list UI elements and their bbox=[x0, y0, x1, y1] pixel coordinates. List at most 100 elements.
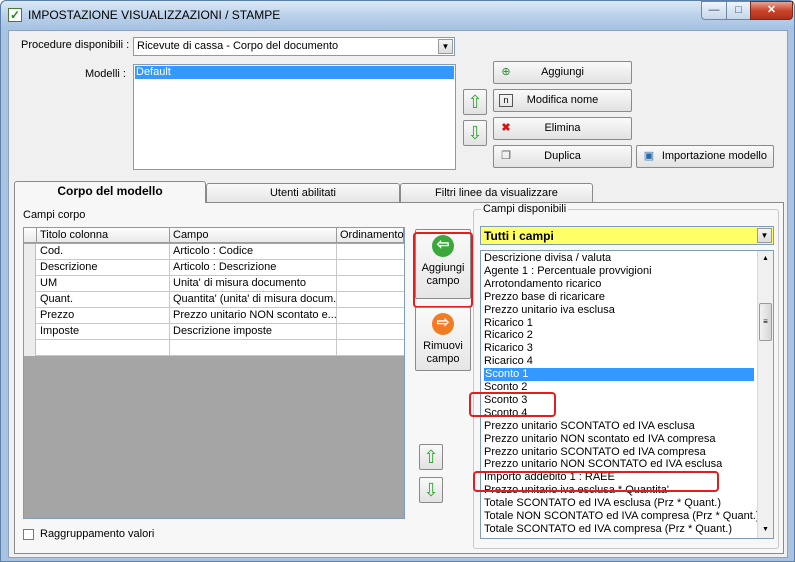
cell-campo[interactable]: Articolo : Codice bbox=[170, 244, 337, 260]
row-selector[interactable] bbox=[24, 340, 36, 356]
list-item[interactable]: Ricarico 4 bbox=[484, 355, 533, 368]
tab-filtri-linee[interactable]: Filtri linee da visualizzare bbox=[400, 183, 593, 203]
column-header-ordinamento[interactable]: Ordinamento bbox=[337, 228, 404, 243]
cell-titolo[interactable]: Cod. bbox=[37, 244, 170, 260]
title-bar[interactable]: ✓ IMPOSTAZIONE VISUALIZZAZIONI / STAMPE … bbox=[1, 1, 794, 29]
arrow-up-icon: ⇧ bbox=[423, 447, 439, 467]
cell-titolo[interactable]: Quant. bbox=[37, 292, 170, 308]
scrollbar[interactable]: ▲ ≡ ▼ bbox=[757, 251, 773, 538]
elimina-button[interactable]: ✖ Elimina bbox=[493, 117, 632, 140]
cell-ordinamento[interactable] bbox=[337, 276, 404, 292]
table-row[interactable]: Cod. Articolo : Codice bbox=[24, 244, 404, 260]
cell-titolo[interactable]: UM bbox=[37, 276, 170, 292]
cell-campo[interactable]: Articolo : Descrizione bbox=[170, 260, 337, 276]
cell-titolo[interactable]: Imposte bbox=[37, 324, 170, 340]
delete-icon: ✖ bbox=[501, 122, 511, 134]
table-row[interactable]: Prezzo Prezzo unitario NON scontato e... bbox=[24, 308, 404, 324]
highlight-sconto-1 bbox=[469, 392, 556, 417]
rename-icon: n bbox=[499, 94, 513, 107]
raggruppamento-label: Raggruppamento valori bbox=[40, 528, 155, 540]
raggruppamento-checkbox[interactable] bbox=[23, 529, 34, 540]
list-item[interactable]: Prezzo base di ricaricare bbox=[484, 291, 605, 304]
scroll-down-icon[interactable]: ▼ bbox=[759, 523, 772, 536]
cell-ordinamento[interactable] bbox=[337, 292, 404, 308]
cell-campo[interactable]: Descrizione imposte bbox=[170, 324, 337, 340]
grid-header: Titolo colonna Campo Ordinamento bbox=[24, 228, 404, 243]
cell-campo[interactable]: Quantita' (unita' di misura docum... bbox=[170, 292, 337, 308]
procedure-label: Procedure disponibili : bbox=[21, 39, 130, 51]
row-selector[interactable] bbox=[24, 244, 36, 260]
modelli-item-default[interactable]: Default bbox=[135, 66, 454, 79]
list-item[interactable]: Prezzo unitario SCONTATO ed IVA esclusa bbox=[484, 420, 695, 433]
close-button[interactable]: ✕ bbox=[750, 1, 793, 20]
row-selector[interactable] bbox=[24, 308, 36, 324]
modelli-list[interactable]: Default bbox=[133, 64, 456, 170]
filter-select[interactable]: Tutti i campi ▼ bbox=[480, 226, 774, 245]
list-item[interactable]: Prezzo unitario iva esclusa bbox=[484, 304, 615, 317]
cell-campo[interactable] bbox=[170, 340, 337, 356]
table-row[interactable]: Quant. Quantita' (unita' di misura docum.… bbox=[24, 292, 404, 308]
cell-titolo[interactable] bbox=[37, 340, 170, 356]
list-item[interactable]: Prezzo unitario NON SCONTATO ed IVA escl… bbox=[484, 458, 722, 471]
scroll-up-icon[interactable]: ▲ bbox=[759, 252, 772, 265]
tab-corpo-del-modello[interactable]: Corpo del modello bbox=[14, 181, 206, 203]
row-selector[interactable] bbox=[24, 260, 36, 276]
tab-utenti-abilitati[interactable]: Utenti abilitati bbox=[206, 183, 400, 203]
cell-campo[interactable]: Unita' di misura documento bbox=[170, 276, 337, 292]
list-item[interactable]: Arrotondamento ricarico bbox=[484, 278, 601, 291]
list-item[interactable]: Ricarico 3 bbox=[484, 342, 533, 355]
modifica-nome-button[interactable]: n Modifica nome bbox=[493, 89, 632, 112]
importazione-modello-button[interactable]: ▣ Importazione modello bbox=[636, 145, 774, 168]
row-selector[interactable] bbox=[24, 292, 36, 308]
column-header-titolo[interactable]: Titolo colonna bbox=[37, 228, 170, 243]
minimize-button[interactable]: — bbox=[701, 1, 727, 20]
filter-value: Tutti i campi bbox=[484, 229, 554, 243]
cell-campo[interactable]: Prezzo unitario NON scontato e... bbox=[170, 308, 337, 324]
list-item[interactable]: Ricarico 2 bbox=[484, 329, 533, 342]
cell-titolo[interactable]: Descrizione bbox=[37, 260, 170, 276]
add-icon: ⊕ bbox=[501, 66, 511, 78]
cell-ordinamento[interactable] bbox=[337, 340, 404, 356]
move-up-button[interactable]: ⇧ bbox=[463, 89, 487, 115]
arrow-down-icon: ⇩ bbox=[467, 123, 483, 143]
row-selector[interactable] bbox=[24, 324, 36, 340]
table-row[interactable] bbox=[24, 340, 404, 356]
procedure-select[interactable]: Ricevute di cassa - Corpo del documento … bbox=[133, 37, 455, 56]
chevron-down-icon[interactable]: ▼ bbox=[438, 39, 453, 54]
field-move-up-button[interactable]: ⇧ bbox=[419, 444, 443, 470]
tab-panel: Campi corpo Titolo colonna Campo Ordinam… bbox=[14, 202, 784, 554]
arrow-up-icon: ⇧ bbox=[467, 92, 483, 112]
cell-ordinamento[interactable] bbox=[337, 244, 404, 260]
cell-titolo[interactable]: Prezzo bbox=[37, 308, 170, 324]
field-move-down-button[interactable]: ⇩ bbox=[419, 477, 443, 503]
row-selector[interactable] bbox=[24, 276, 36, 292]
list-item[interactable]: Prezzo unitario NON scontato ed IVA comp… bbox=[484, 433, 716, 446]
scroll-thumb[interactable]: ≡ bbox=[759, 303, 772, 341]
list-item[interactable]: Agente 1 : Percentuale provvigioni bbox=[484, 265, 652, 278]
table-row[interactable]: UM Unita' di misura documento bbox=[24, 276, 404, 292]
list-item[interactable]: Sconto 1 bbox=[484, 368, 754, 382]
arrow-right-icon: ⇨ bbox=[432, 313, 454, 335]
list-item[interactable]: Totale SCONTATO ed IVA esclusa (Prz * Qu… bbox=[484, 497, 721, 510]
column-header-campo[interactable]: Campo bbox=[170, 228, 337, 243]
table-row[interactable]: Imposte Descrizione imposte bbox=[24, 324, 404, 340]
move-down-button[interactable]: ⇩ bbox=[463, 120, 487, 146]
duplica-button[interactable]: ❐ Duplica bbox=[493, 145, 632, 168]
cell-ordinamento[interactable] bbox=[337, 324, 404, 340]
list-item[interactable]: Ricarico 1 bbox=[484, 317, 533, 330]
campi-corpo-grid[interactable]: Titolo colonna Campo Ordinamento Cod. Art… bbox=[23, 227, 405, 519]
cell-ordinamento[interactable] bbox=[337, 308, 404, 324]
table-row[interactable]: Descrizione Articolo : Descrizione bbox=[24, 260, 404, 276]
rimuovi-campo-button[interactable]: ⇨ Rimuovi campo bbox=[415, 307, 471, 371]
chevron-down-icon[interactable]: ▼ bbox=[757, 228, 772, 243]
app-icon: ✓ bbox=[8, 8, 22, 22]
arrow-down-icon: ⇩ bbox=[423, 480, 439, 500]
list-item[interactable]: Prezzo unitario SCONTATO ed IVA compresa bbox=[484, 446, 706, 459]
list-item[interactable]: Totale SCONTATO ed IVA compresa (Prz * Q… bbox=[484, 523, 732, 536]
aggiungi-button[interactable]: ⊕ Aggiungi bbox=[493, 61, 632, 84]
cell-ordinamento[interactable] bbox=[337, 260, 404, 276]
maximize-button[interactable]: □ bbox=[726, 1, 751, 20]
list-item[interactable]: Descrizione divisa / valuta bbox=[484, 252, 611, 265]
highlight-aggiungi-campo bbox=[413, 232, 473, 308]
list-item[interactable]: Totale NON SCONTATO ed IVA compresa (Prz… bbox=[484, 510, 760, 523]
